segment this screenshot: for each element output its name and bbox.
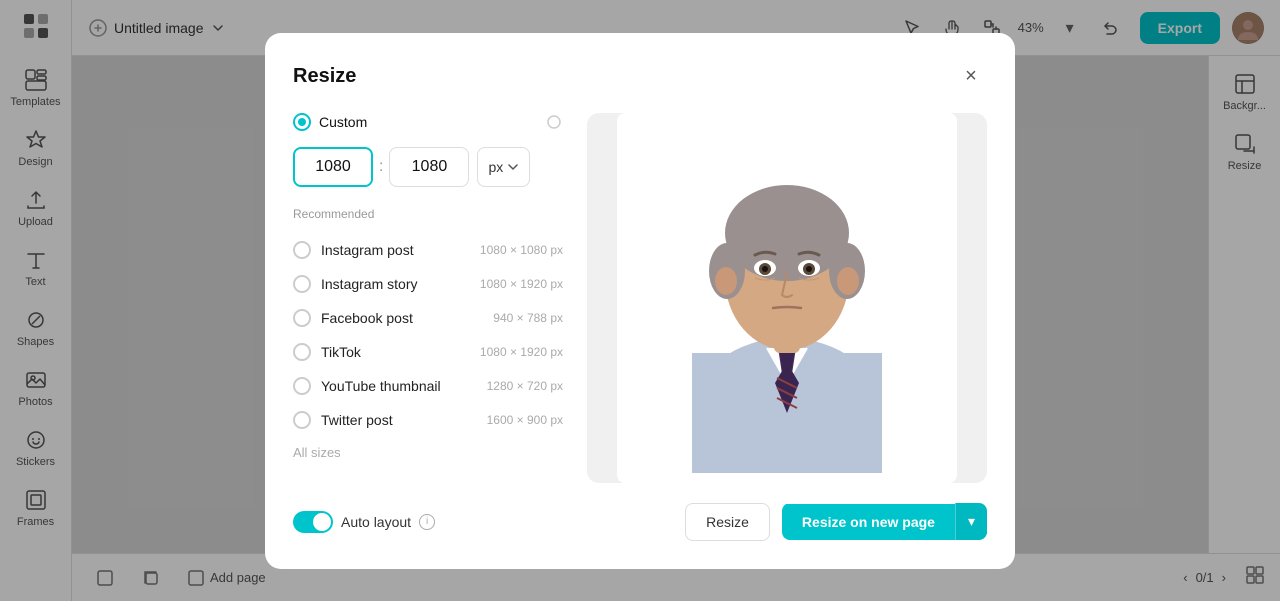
custom-radio-inner — [298, 118, 306, 126]
dimension-separator: : — [379, 158, 383, 176]
facebook-post-radio — [293, 309, 311, 327]
resize-button[interactable]: Resize — [685, 503, 770, 541]
youtube-thumbnail-size: 1280 × 720 px — [487, 379, 563, 393]
instagram-story-size: 1080 × 1920 px — [480, 277, 563, 291]
recommended-label: Recommended — [293, 207, 563, 221]
preview-canvas — [617, 113, 957, 483]
facebook-post-label: Facebook post — [321, 310, 483, 326]
modal-header: Resize × — [293, 61, 987, 93]
toggle-thumb — [313, 513, 331, 531]
preset-tiktok[interactable]: TikTok 1080 × 1920 px — [293, 335, 563, 369]
preset-facebook-post[interactable]: Facebook post 940 × 788 px — [293, 301, 563, 335]
facebook-post-size: 940 × 788 px — [493, 311, 563, 325]
instagram-post-size: 1080 × 1080 px — [480, 243, 563, 257]
auto-layout-info-icon[interactable]: i — [419, 514, 435, 530]
lock-icon[interactable] — [545, 113, 563, 131]
all-sizes-link[interactable]: All sizes — [293, 445, 563, 460]
resize-on-new-page-group: Resize on new page ▾ — [782, 503, 987, 540]
modal-footer: Auto layout i Resize Resize on new page … — [293, 503, 987, 541]
youtube-thumbnail-radio — [293, 377, 311, 395]
tiktok-label: TikTok — [321, 344, 470, 360]
preset-twitter-post[interactable]: Twitter post 1600 × 900 px — [293, 403, 563, 437]
resize-preview — [587, 113, 987, 483]
unit-selector[interactable]: px — [477, 147, 530, 187]
preset-list: Instagram post 1080 × 1080 px Instagram … — [293, 233, 563, 437]
twitter-post-size: 1600 × 900 px — [487, 413, 563, 427]
resize-on-new-page-dropdown[interactable]: ▾ — [955, 503, 987, 540]
unit-label: px — [488, 159, 503, 175]
width-input[interactable] — [293, 147, 373, 187]
instagram-post-label: Instagram post — [321, 242, 470, 258]
resize-modal: Resize × Custom — [265, 33, 1015, 569]
preset-instagram-story[interactable]: Instagram story 1080 × 1920 px — [293, 267, 563, 301]
modal-close-button[interactable]: × — [955, 61, 987, 93]
instagram-post-radio — [293, 241, 311, 259]
modal-overlay: Resize × Custom — [0, 0, 1280, 601]
twitter-post-radio — [293, 411, 311, 429]
tiktok-size: 1080 × 1920 px — [480, 345, 563, 359]
modal-body: Custom : px — [293, 113, 987, 483]
unit-chevron-icon — [507, 161, 519, 173]
custom-radio-button[interactable] — [293, 113, 311, 131]
auto-layout-section: Auto layout i — [293, 511, 673, 533]
auto-layout-toggle[interactable] — [293, 511, 333, 533]
preset-instagram-post[interactable]: Instagram post 1080 × 1080 px — [293, 233, 563, 267]
twitter-post-label: Twitter post — [321, 412, 477, 428]
custom-option-row: Custom — [293, 113, 563, 131]
youtube-thumbnail-label: YouTube thumbnail — [321, 378, 477, 394]
preset-youtube-thumbnail[interactable]: YouTube thumbnail 1280 × 720 px — [293, 369, 563, 403]
instagram-story-label: Instagram story — [321, 276, 470, 292]
instagram-story-radio — [293, 275, 311, 293]
resize-on-new-page-button[interactable]: Resize on new page — [782, 504, 955, 540]
resize-new-chevron-icon: ▾ — [968, 513, 975, 529]
custom-label: Custom — [319, 114, 537, 130]
auto-layout-label: Auto layout — [341, 514, 411, 530]
dimension-inputs: : px — [293, 147, 563, 187]
resize-options-panel: Custom : px — [293, 113, 563, 483]
modal-title: Resize — [293, 65, 356, 88]
preview-image — [637, 123, 937, 473]
height-input[interactable] — [389, 147, 469, 187]
tiktok-radio — [293, 343, 311, 361]
